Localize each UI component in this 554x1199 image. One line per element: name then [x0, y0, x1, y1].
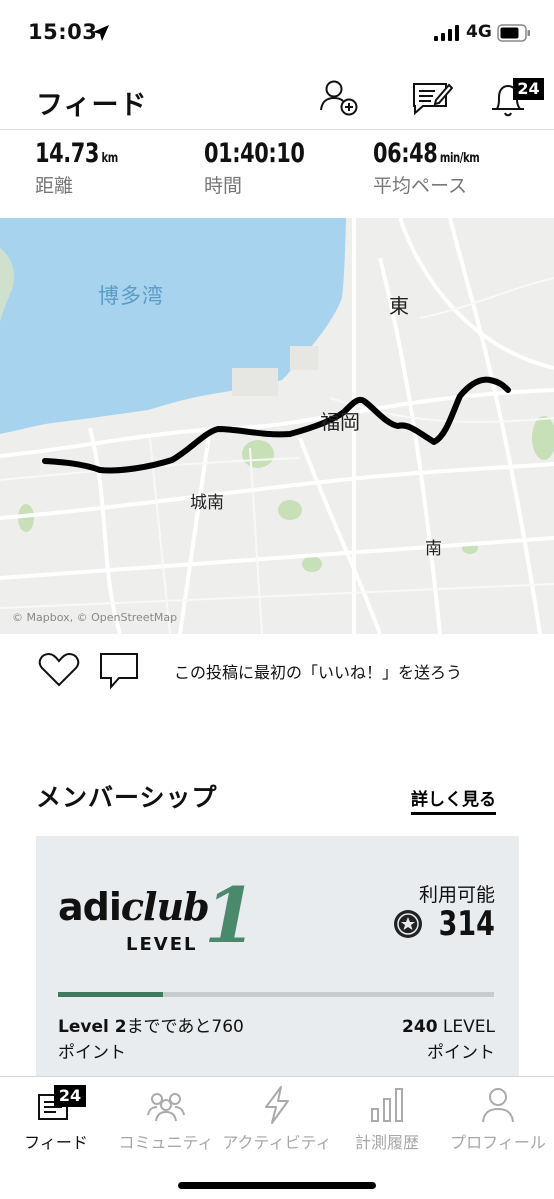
feed-icon: 24 — [36, 1085, 86, 1125]
points-value: 314 — [438, 904, 495, 944]
map-label-jonan: 城南 — [190, 493, 224, 513]
nav-item-history[interactable]: 計測履歴 — [350, 1085, 424, 1153]
comment-icon[interactable] — [99, 650, 139, 690]
bar-chart-icon — [367, 1085, 407, 1125]
battery-icon — [497, 24, 530, 42]
signal-icon — [434, 25, 459, 41]
stat-value: 06:48 min/km — [373, 138, 480, 169]
stat-unit: km — [101, 151, 119, 166]
next-level-info: Level 2までであと760 ポイント — [58, 1017, 244, 1063]
nav-label: コミュニティ — [118, 1133, 214, 1152]
home-indicator — [178, 1182, 376, 1189]
nav-item-feed[interactable]: 24 フィード — [18, 1085, 94, 1153]
compose-button[interactable] — [409, 76, 454, 120]
stat-value: 14.73 km — [35, 138, 118, 169]
header: フィード 24 — [0, 66, 554, 130]
level-points-info: 240 LEVEL ポイント — [402, 1017, 495, 1063]
stat-distance: 14.73 km 距離 — [35, 138, 131, 198]
park-area — [242, 440, 274, 468]
nav-label: プロフィール — [450, 1133, 546, 1152]
stat-label: 平均ペース — [373, 175, 468, 197]
community-icon — [146, 1085, 186, 1125]
available-label: 利用可能 — [418, 884, 495, 906]
stat-label: 距離 — [35, 175, 74, 197]
lightning-icon — [257, 1085, 297, 1125]
page-title: フィード — [36, 90, 148, 121]
map-label-minami: 南 — [425, 539, 442, 559]
nav-item-profile[interactable]: プロフィール — [446, 1085, 550, 1153]
post-actions: この投稿に最初の「いいね！」を送ろう — [0, 640, 554, 700]
location-arrow-icon — [93, 25, 109, 41]
stat-value: 01:40:10 — [204, 138, 305, 169]
stat-label: 時間 — [204, 175, 243, 197]
map-attribution[interactable]: © Mapbox, © OpenStreetMap — [12, 611, 177, 624]
heart-icon[interactable] — [38, 652, 80, 688]
route-map[interactable]: 博多湾 東 福岡 城南 南 © Mapbox, © OpenStreetMap — [0, 218, 554, 634]
nav-label: フィード — [24, 1133, 88, 1152]
feed-badge: 24 — [54, 1085, 86, 1107]
notifications-button[interactable]: 24 — [487, 76, 544, 120]
stat-duration: 01:40:10 時間 — [204, 138, 321, 198]
nav-item-community[interactable]: コミュニティ — [114, 1085, 218, 1153]
add-person-icon — [320, 80, 358, 116]
compose-icon — [413, 83, 454, 116]
like-prompt: この投稿に最初の「いいね！」を送ろう — [174, 663, 463, 682]
nav-item-activity[interactable]: アクティビティ — [222, 1085, 332, 1153]
bottom-nav: 24 フィード コミュニティ アクティビティ 計測履歴 プロフィール — [0, 1076, 554, 1199]
map-canvas — [0, 218, 554, 634]
map-label-bay: 博多湾 — [98, 284, 164, 308]
level-label: LEVEL — [126, 934, 198, 955]
network-type: 4G — [466, 22, 492, 42]
status-time: 15:03 — [28, 20, 98, 44]
star-coin-icon — [394, 910, 423, 938]
membership-title: メンバーシップ — [36, 783, 218, 812]
nav-label: アクティビティ — [222, 1133, 332, 1152]
stat-unit: min/km — [439, 151, 480, 166]
see-more-link[interactable]: 詳しく見る — [411, 785, 496, 815]
map-label-east: 東 — [389, 294, 409, 318]
nav-label: 計測履歴 — [354, 1133, 419, 1152]
level-progress-fill — [58, 992, 163, 997]
level-progress-bar — [58, 992, 494, 997]
points-balance: 314 — [393, 904, 495, 944]
person-icon — [478, 1085, 518, 1125]
map-label-fukuoka: 福岡 — [320, 410, 360, 434]
adiclub-logo: adiclub — [58, 884, 210, 929]
add-friend-button[interactable] — [317, 76, 361, 120]
status-bar: 15:03 4G — [0, 0, 554, 66]
membership-card[interactable]: adiclub LEVEL 1 利用可能 314 Level 2までであと760… — [36, 836, 519, 1086]
notification-badge: 24 — [513, 78, 544, 100]
activity-stats: 14.73 km 距離 01:40:10 時間 06:48 min/km 平均ペース — [0, 132, 554, 218]
level-number: 1 — [204, 871, 257, 960]
stat-pace: 06:48 min/km 平均ペース — [373, 138, 497, 198]
